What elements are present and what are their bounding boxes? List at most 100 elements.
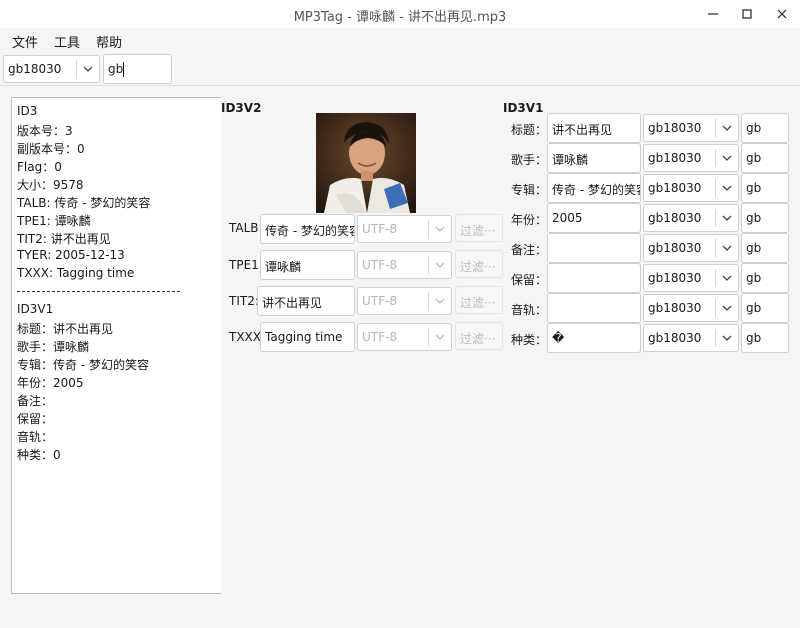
info-line: 备注： — [17, 394, 54, 408]
portrait-photo — [316, 113, 416, 213]
id3v1-label: 种类： — [511, 333, 548, 347]
id3v1-encoding-select[interactable]: gb18030 — [643, 264, 739, 292]
id3v1-filter-input[interactable]: gb — [741, 323, 789, 353]
chevron-down-icon — [722, 155, 732, 161]
id3v2-encoding-select: UTF-8 — [357, 251, 452, 279]
id3v1-encoding-select[interactable]: gb18030 — [643, 324, 739, 352]
id3v2-value-input[interactable]: 讲不出再见 — [257, 286, 355, 316]
id3v1-value-input[interactable] — [547, 263, 641, 293]
id3v1-value-input[interactable] — [547, 233, 641, 263]
id3v1-filter-input[interactable]: gb — [741, 173, 789, 203]
info-line: TYER: 2005-12-13 — [17, 248, 125, 262]
maximize-button[interactable] — [736, 4, 758, 24]
chevron-down-icon — [435, 226, 445, 232]
minimize-icon — [708, 13, 718, 15]
info-line: 歌手：谭咏麟 — [17, 340, 90, 354]
minimize-button[interactable] — [702, 4, 724, 24]
chevron-down-icon — [435, 334, 445, 340]
info-line: 种类：0 — [17, 448, 61, 462]
id3v1-value-input[interactable]: � — [547, 323, 641, 353]
chevron-down-icon — [722, 275, 732, 281]
info-line: 专辑：传奇 - 梦幻的笑容 — [17, 358, 149, 372]
id3v2-filter-button: 过滤··· — [455, 250, 503, 278]
id3v1-encoding-select[interactable]: gb18030 — [643, 144, 739, 172]
id3v2-filter-button: 过滤··· — [455, 214, 503, 242]
id3v1-label: 歌手： — [511, 153, 548, 167]
id3v1-label: 年份： — [511, 213, 548, 227]
global-encoding-value: gb18030 — [8, 62, 62, 76]
id3v1-section-title: ID3V1 — [503, 101, 544, 115]
album-art-image — [316, 113, 416, 213]
id3v1-encoding-select[interactable]: gb18030 — [643, 234, 739, 262]
menu-bar: 文件 工具 帮助 — [0, 28, 800, 52]
id3v2-label: TPE1: — [229, 258, 263, 272]
window-title: MP3Tag - 谭咏麟 - 讲不出再见.mp3 — [293, 10, 507, 25]
id3v1-encoding-select[interactable]: gb18030 — [643, 174, 739, 202]
maximize-icon — [742, 9, 752, 19]
id3v1-encoding-select[interactable]: gb18030 — [643, 114, 739, 142]
chevron-down-icon — [722, 185, 732, 191]
id3v1-label: 备注： — [511, 243, 548, 257]
id3v2-filter-button: 过滤··· — [455, 322, 503, 350]
chevron-down-icon — [722, 335, 732, 341]
id3v1-filter-input[interactable]: gb — [741, 293, 789, 323]
id3v1-value-input[interactable]: 传奇 - 梦幻的笑容 — [547, 173, 641, 203]
id3v1-filter-input[interactable]: gb — [741, 143, 789, 173]
info-line: TIT2: 讲不出再见 — [17, 232, 111, 246]
menu-help[interactable]: 帮助 — [96, 32, 122, 51]
id3v1-filter-input[interactable]: gb — [741, 263, 789, 293]
id3v2-encoding-select: UTF-8 — [357, 215, 452, 243]
id3v2-encoding-select: UTF-8 — [357, 323, 452, 351]
id3v2-label: TALB: — [229, 221, 263, 235]
chevron-down-icon — [435, 298, 445, 304]
id3v2-section-title: ID3V2 — [221, 101, 262, 115]
id3v1-encoding-select[interactable]: gb18030 — [643, 294, 739, 322]
id3v1-filter-input[interactable]: gb — [741, 113, 789, 143]
info-line: TXXX: Tagging time — [17, 266, 135, 280]
menu-file[interactable]: 文件 — [12, 32, 38, 51]
info-separator — [17, 291, 180, 292]
id3v2-value-input[interactable]: 谭咏麟 — [260, 250, 355, 280]
id3v1-filter-input[interactable]: gb — [741, 203, 789, 233]
id3v2-value-input[interactable]: Tagging time — [260, 322, 355, 352]
chevron-down-icon — [83, 66, 93, 72]
id3v2-filter-button: 过滤··· — [455, 286, 503, 314]
id3v2-label: TIT2: — [229, 294, 259, 308]
info-line: Flag：0 — [17, 160, 62, 174]
info-line: 标题：讲不出再见 — [17, 322, 114, 336]
chevron-down-icon — [722, 215, 732, 221]
id3v1-value-input[interactable]: 谭咏麟 — [547, 143, 641, 173]
id3v1-label: 标题： — [511, 123, 548, 137]
id3v1-label: 保留： — [511, 273, 548, 287]
toolbar: gb18030 gb — [0, 52, 800, 86]
global-encoding-select[interactable]: gb18030 — [3, 55, 100, 83]
info-line: ID3 — [17, 104, 38, 118]
chevron-down-icon — [722, 305, 732, 311]
info-line: 大小：9578 — [17, 178, 84, 192]
info-line: TALB: 传奇 - 梦幻的笑容 — [17, 196, 151, 210]
id3v1-label: 音轨： — [511, 303, 548, 317]
info-line: TPE1: 谭咏麟 — [17, 214, 91, 228]
id3v2-value-input[interactable]: 传奇 - 梦幻的笑容 — [260, 214, 355, 244]
id3v1-value-input[interactable]: 讲不出再见 — [547, 113, 641, 143]
info-line: 保留： — [17, 412, 54, 426]
info-line: ID3V1 — [17, 302, 54, 316]
chevron-down-icon — [722, 125, 732, 131]
text-cursor — [123, 62, 124, 77]
tag-info-panel: ID3 版本号：3 副版本号：0 Flag：0 大小：9578 TALB: 传奇… — [11, 97, 221, 594]
menu-tools[interactable]: 工具 — [54, 32, 80, 51]
id3v1-value-input[interactable]: 2005 — [547, 203, 641, 233]
id3v1-filter-input[interactable]: gb — [741, 233, 789, 263]
chevron-down-icon — [722, 245, 732, 251]
id3v1-value-input[interactable] — [547, 293, 641, 323]
global-filter-value: gb — [108, 62, 124, 76]
id3v2-encoding-select: UTF-8 — [357, 287, 452, 315]
info-line: 版本号：3 — [17, 124, 73, 138]
id3v1-encoding-select[interactable]: gb18030 — [643, 204, 739, 232]
chevron-down-icon — [435, 262, 445, 268]
close-button[interactable] — [771, 4, 793, 24]
global-filter-input[interactable]: gb — [103, 54, 172, 84]
id3v1-label: 专辑： — [511, 183, 548, 197]
title-bar: MP3Tag - 谭咏麟 - 讲不出再见.mp3 — [0, 0, 800, 28]
info-line: 音轨： — [17, 430, 54, 444]
